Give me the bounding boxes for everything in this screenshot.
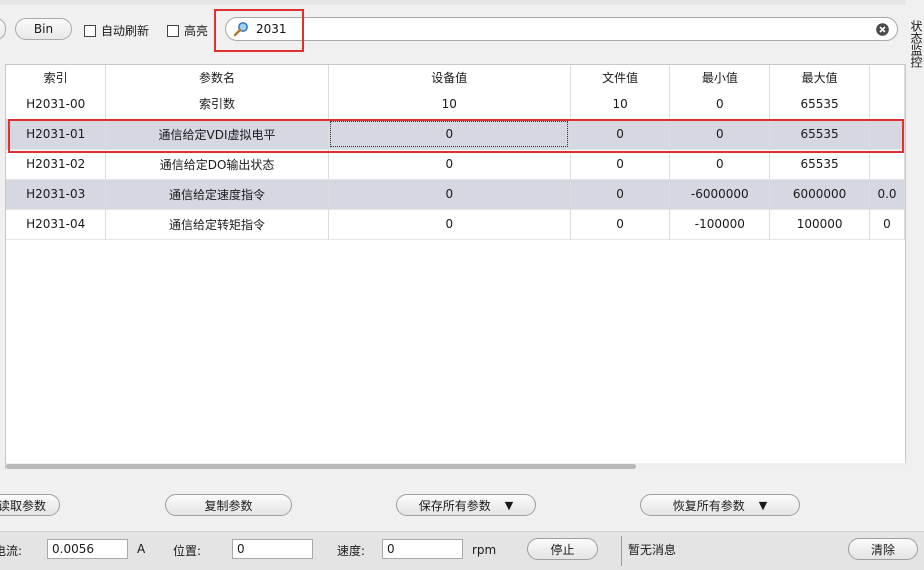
cell-device-value[interactable]: 10 <box>328 89 571 119</box>
position-value: 0 <box>237 542 245 556</box>
search-box[interactable] <box>225 17 898 41</box>
cell-index[interactable]: H2031-03 <box>6 179 107 209</box>
cell-min[interactable]: 0 <box>669 149 771 179</box>
side-tab-status-monitor[interactable]: 状态监控 <box>906 0 924 530</box>
auto-refresh-label: 自动刷新 <box>101 24 150 38</box>
read-params-label: 读取参数 <box>0 498 46 513</box>
column-header-min[interactable]: 最小值 <box>669 65 771 89</box>
column-header-index[interactable]: 索引 <box>6 65 107 89</box>
scrollbar-thumb[interactable] <box>6 464 636 469</box>
table-row[interactable]: H2031-04 通信给定转矩指令 0 0 -100000 100000 0 <box>6 209 905 239</box>
cell-index[interactable]: H2031-00 <box>6 89 107 119</box>
table-row[interactable]: H2031-03 通信给定速度指令 0 0 -6000000 6000000 0… <box>6 179 905 209</box>
current-field[interactable]: 0.0056 <box>47 539 128 559</box>
cell-min[interactable]: 0 <box>669 89 771 119</box>
bin-button-label: Bin <box>33 22 54 36</box>
search-highlight-box <box>214 9 304 52</box>
copy-params-label: 复制参数 <box>204 498 253 513</box>
highlight-box[interactable] <box>167 24 179 37</box>
cell-max[interactable]: 6000000 <box>769 179 870 209</box>
search-input[interactable] <box>256 21 816 37</box>
cell-min[interactable]: -100000 <box>669 209 771 239</box>
table-header-row: 索引 参数名 设备值 文件值 最小值 最大值 <box>6 65 905 89</box>
action-bar: 读取参数 复制参数 保存所有参数 ▼ 恢复所有参数 ▼ <box>0 470 906 530</box>
cell-max[interactable]: 100000 <box>769 209 870 239</box>
speed-unit: rpm <box>472 543 497 557</box>
stop-button[interactable]: 停止 <box>527 538 598 560</box>
cell-extra[interactable]: 0 <box>869 209 905 239</box>
save-all-params-button[interactable]: 保存所有参数 ▼ <box>396 494 536 516</box>
column-header-max[interactable]: 最大值 <box>769 65 870 89</box>
cell-name[interactable]: 通信给定速度指令 <box>105 179 329 209</box>
cell-file-value[interactable]: 10 <box>570 89 671 119</box>
clear-label: 清除 <box>870 542 895 557</box>
cell-extra[interactable] <box>869 149 905 179</box>
cell-extra[interactable] <box>869 89 905 119</box>
cell-device-value[interactable]: 0 <box>328 149 571 179</box>
auto-refresh-box[interactable] <box>84 24 96 37</box>
message-text: 暂无消息 <box>628 543 677 557</box>
position-field[interactable]: 0 <box>232 539 313 559</box>
auto-refresh-checkbox[interactable]: 自动刷新 <box>84 22 149 39</box>
dropdown-arrow-icon[interactable]: ▼ <box>759 499 767 512</box>
cell-extra[interactable]: 0.0 <box>869 179 905 209</box>
cell-name[interactable]: 索引数 <box>105 89 329 119</box>
cell-index[interactable]: H2031-04 <box>6 209 107 239</box>
restore-all-params-button[interactable]: 恢复所有参数 ▼ <box>640 494 800 516</box>
horizontal-scrollbar[interactable] <box>6 463 906 469</box>
current-label: 电流: <box>0 544 23 558</box>
cell-device-value[interactable]: 0 <box>328 179 571 209</box>
current-value: 0.0056 <box>52 542 94 556</box>
read-params-button[interactable]: 读取参数 <box>0 494 60 516</box>
toolbar-button-partial[interactable] <box>0 18 6 40</box>
status-divider <box>621 536 622 566</box>
table-row[interactable]: H2031-02 通信给定DO输出状态 0 0 0 65535 <box>6 149 905 179</box>
copy-params-button[interactable]: 复制参数 <box>165 494 292 516</box>
speed-value: 0 <box>387 542 395 556</box>
stop-label: 停止 <box>550 542 575 557</box>
clear-button[interactable]: 清除 <box>848 538 918 560</box>
cell-name[interactable]: 通信给定DO输出状态 <box>105 149 329 179</box>
cell-file-value[interactable]: 0 <box>570 179 671 209</box>
cell-max[interactable]: 65535 <box>769 149 870 179</box>
cell-file-value[interactable]: 0 <box>570 209 671 239</box>
column-header-extra[interactable] <box>869 65 905 89</box>
position-label: 位置: <box>173 544 202 558</box>
highlight-label: 高亮 <box>184 24 209 38</box>
column-header-device-value[interactable]: 设备值 <box>328 65 571 89</box>
dropdown-arrow-icon[interactable]: ▼ <box>505 499 513 512</box>
speed-field[interactable]: 0 <box>382 539 463 559</box>
cell-max[interactable]: 65535 <box>769 89 870 119</box>
save-all-label: 保存所有参数 <box>418 498 491 513</box>
table-row[interactable]: H2031-00 索引数 10 10 0 65535 <box>6 89 905 119</box>
cell-name[interactable]: 通信给定转矩指令 <box>105 209 329 239</box>
cell-file-value[interactable]: 0 <box>570 149 671 179</box>
clear-search-icon[interactable] <box>876 23 889 36</box>
column-header-file-value[interactable]: 文件值 <box>570 65 671 89</box>
bin-button[interactable]: Bin <box>15 18 72 40</box>
side-tab-label: 状态监控 <box>909 20 923 68</box>
speed-label: 速度: <box>337 544 366 558</box>
current-unit: A <box>137 542 146 556</box>
selected-row-highlight-box <box>8 119 904 153</box>
cell-index[interactable]: H2031-02 <box>6 149 107 179</box>
highlight-checkbox[interactable]: 高亮 <box>167 22 208 39</box>
cell-device-value[interactable]: 0 <box>328 209 571 239</box>
column-header-name[interactable]: 参数名 <box>105 65 329 89</box>
restore-all-label: 恢复所有参数 <box>672 498 745 513</box>
cell-min[interactable]: -6000000 <box>669 179 771 209</box>
